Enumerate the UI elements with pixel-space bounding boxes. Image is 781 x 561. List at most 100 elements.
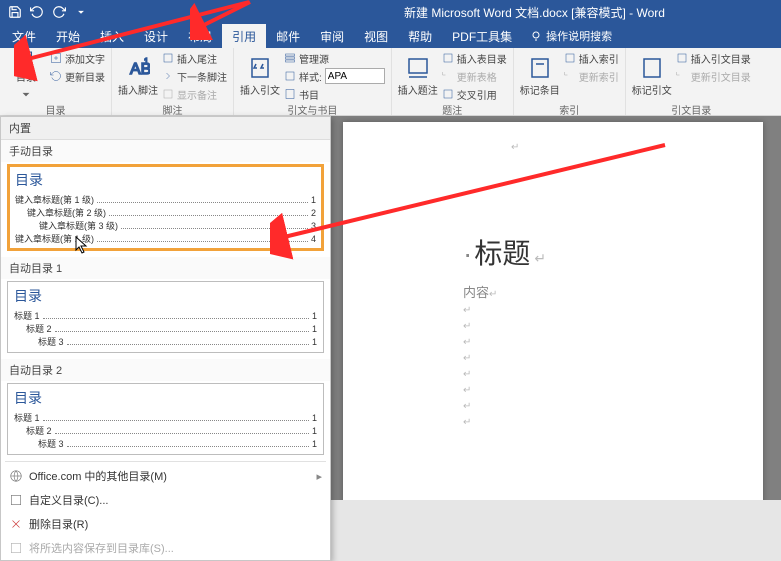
tab-view[interactable]: 视图 xyxy=(354,24,398,48)
toc-button[interactable]: 目录 xyxy=(6,50,46,102)
remove-icon xyxy=(9,517,23,531)
manual-toc-preview[interactable]: 目录 键入章标题(第 1 级)1 键入章标题(第 2 级)2 键入章标题(第 3… xyxy=(7,164,324,251)
document-area: ↵ 标题 内容↵ ↵ ↵ ↵ ↵ ↵ ↵ ↵ ↵ xyxy=(331,116,781,500)
ribbon-group-toa: 标记引文 插入引文目录 更新引文目录 引文目录 xyxy=(626,48,757,115)
paragraph-mark: ↵ xyxy=(463,303,715,319)
style-value-field[interactable] xyxy=(325,68,385,84)
update-toc-button[interactable]: 更新目录 xyxy=(50,68,105,84)
style-icon xyxy=(284,70,296,82)
update-index-icon xyxy=(564,70,576,82)
window-title: 新建 Microsoft Word 文档.docx [兼容模式] - Word xyxy=(92,4,777,21)
insert-toa-icon xyxy=(676,52,688,64)
manual-toc-title: 目录 xyxy=(15,170,316,190)
ribbon-group-index: 标记条目 插入索引 更新索引 索引 xyxy=(514,48,626,115)
citation-style-select[interactable]: 样式: xyxy=(284,68,385,84)
qa-dropdown-icon[interactable] xyxy=(70,1,92,23)
mark-citation-icon xyxy=(640,56,664,80)
tab-pdf-tools[interactable]: PDF工具集 xyxy=(442,24,522,48)
mark-entry-label: 标记条目 xyxy=(520,82,560,97)
insert-caption-button[interactable]: 插入题注 xyxy=(398,50,438,102)
menubar: 文件 开始 插入 设计 布局 引用 邮件 审阅 视图 帮助 PDF工具集 操作说… xyxy=(0,24,781,48)
tab-home[interactable]: 开始 xyxy=(46,24,90,48)
citation-icon xyxy=(248,56,272,80)
paragraph-mark: ↵ xyxy=(463,351,715,367)
tab-design[interactable]: 设计 xyxy=(134,24,178,48)
paragraph-mark: ↵ xyxy=(463,335,715,351)
add-text-button[interactable]: 添加文字 xyxy=(50,50,105,66)
show-notes-button[interactable]: 显示备注 xyxy=(162,86,227,102)
auto1-toc-title: 目录 xyxy=(14,286,317,306)
document-page[interactable]: ↵ 标题 内容↵ ↵ ↵ ↵ ↵ ↵ ↵ ↵ ↵ xyxy=(343,122,763,500)
save-to-gallery[interactable]: 将所选内容保存到目录库(S)... xyxy=(1,536,330,560)
update-icon xyxy=(442,70,454,82)
paragraph-mark: ↵ xyxy=(463,399,715,415)
mark-entry-icon xyxy=(528,56,552,80)
next-icon xyxy=(162,70,174,82)
document-title[interactable]: 标题 xyxy=(463,232,715,272)
toc-dropdown: 内置 手动目录 目录 键入章标题(第 1 级)1 键入章标题(第 2 级)2 键… xyxy=(0,116,331,561)
update-index-button[interactable]: 更新索引 xyxy=(564,68,619,84)
sources-icon xyxy=(284,52,296,64)
svg-text:1: 1 xyxy=(144,57,149,66)
globe-icon xyxy=(9,469,23,483)
tab-review[interactable]: 审阅 xyxy=(310,24,354,48)
tab-help[interactable]: 帮助 xyxy=(398,24,442,48)
lightbulb-icon xyxy=(530,30,542,42)
insert-caption-label: 插入题注 xyxy=(398,82,438,97)
save-icon[interactable] xyxy=(4,1,26,23)
paragraph-mark: ↵ xyxy=(463,415,715,431)
bibliography-icon xyxy=(284,88,296,100)
auto2-toc-preview[interactable]: 目录 标题 11 标题 21 标题 31 xyxy=(7,383,324,455)
tab-layout[interactable]: 布局 xyxy=(178,24,222,48)
ribbon-group-captions: 插入题注 插入表目录 更新表格 交叉引用 题注 xyxy=(392,48,514,115)
titlebar: 新建 Microsoft Word 文档.docx [兼容模式] - Word xyxy=(0,0,781,24)
tell-me-label: 操作说明搜索 xyxy=(546,28,612,44)
update-toa-icon xyxy=(676,70,688,82)
update-table-button[interactable]: 更新表格 xyxy=(442,68,507,84)
insert-footnote-label: 插入脚注 xyxy=(118,82,158,97)
manage-sources-button[interactable]: 管理源 xyxy=(284,50,385,66)
insert-tof-button[interactable]: 插入表目录 xyxy=(442,50,507,66)
mark-entry-button[interactable]: 标记条目 xyxy=(520,50,560,102)
tab-references[interactable]: 引用 xyxy=(222,24,266,48)
paragraph-mark: ↵ xyxy=(511,142,519,153)
update-toa-button[interactable]: 更新引文目录 xyxy=(676,68,751,84)
redo-icon[interactable] xyxy=(48,1,70,23)
mark-citation-button[interactable]: 标记引文 xyxy=(632,50,672,102)
toc-icon xyxy=(14,50,38,67)
next-footnote-button[interactable]: 下一条脚注 xyxy=(162,68,227,84)
paragraph-mark: ↵ xyxy=(463,319,715,335)
remove-toc[interactable]: 删除目录(R) xyxy=(1,512,330,536)
add-text-icon xyxy=(50,52,62,64)
tab-mailings[interactable]: 邮件 xyxy=(266,24,310,48)
auto2-toc-label: 自动目录 2 xyxy=(1,359,330,381)
crossref-icon xyxy=(442,88,454,100)
cross-ref-button[interactable]: 交叉引用 xyxy=(442,86,507,102)
bibliography-button[interactable]: 书目 xyxy=(284,86,385,102)
custom-toc[interactable]: 自定义目录(C)... xyxy=(1,488,330,512)
toc-builtin-header: 内置 xyxy=(1,117,330,140)
tell-me-search[interactable]: 操作说明搜索 xyxy=(530,24,612,48)
document-content[interactable]: 内容↵ xyxy=(463,282,715,303)
auto1-toc-preview[interactable]: 目录 标题 11 标题 21 标题 31 xyxy=(7,281,324,353)
insert-toa-button[interactable]: 插入引文目录 xyxy=(676,50,751,66)
insert-index-button[interactable]: 插入索引 xyxy=(564,50,619,66)
show-notes-icon xyxy=(162,88,174,100)
more-office-toc[interactable]: Office.com 中的其他目录(M)▸ xyxy=(1,464,330,488)
endnote-icon xyxy=(162,52,174,64)
ribbon: 目录 添加文字 更新目录 目录 AB1 插入脚注 插入尾注 下一条脚注 显示备注… xyxy=(0,48,781,116)
ribbon-group-footnotes: AB1 插入脚注 插入尾注 下一条脚注 显示备注 脚注 xyxy=(112,48,234,115)
insert-footnote-button[interactable]: AB1 插入脚注 xyxy=(118,50,158,102)
insert-citation-button[interactable]: 插入引文 xyxy=(240,50,280,102)
tof-icon xyxy=(442,52,454,64)
save-gallery-icon xyxy=(9,541,23,555)
tab-file[interactable]: 文件 xyxy=(2,24,46,48)
tab-insert[interactable]: 插入 xyxy=(90,24,134,48)
ribbon-group-citations: 插入引文 管理源 样式: 书目 引文与书目 xyxy=(234,48,392,115)
insert-endnote-button[interactable]: 插入尾注 xyxy=(162,50,227,66)
chevron-down-icon xyxy=(14,86,38,103)
refresh-icon xyxy=(50,70,62,82)
undo-icon[interactable] xyxy=(26,1,48,23)
insert-citation-label: 插入引文 xyxy=(240,82,280,97)
auto2-toc-title: 目录 xyxy=(14,388,317,408)
